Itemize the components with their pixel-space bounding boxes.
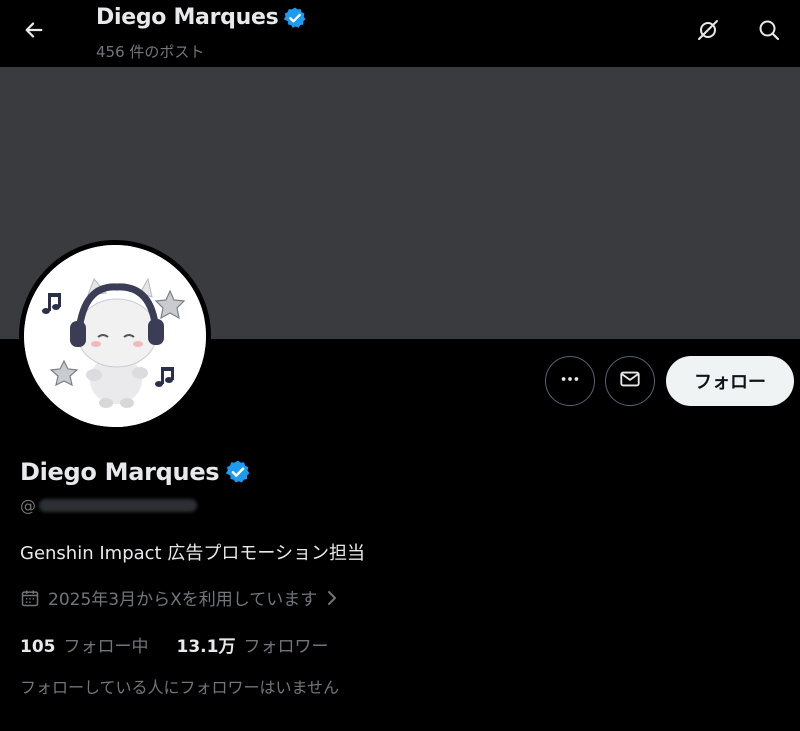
- following-label: フォロー中: [63, 637, 149, 657]
- followers-label: フォロワー: [243, 637, 329, 657]
- profile-display-name: Diego Marques: [20, 458, 220, 486]
- follow-button[interactable]: フォロー: [666, 356, 794, 406]
- following-count: 105: [20, 637, 56, 657]
- joined-date[interactable]: 2025年3月からXを利用しています: [20, 585, 339, 610]
- chevron-right-icon: [325, 589, 339, 607]
- search-button[interactable]: [751, 14, 787, 50]
- message-icon: [619, 368, 641, 394]
- handle-prefix: @: [20, 496, 36, 515]
- joined-text: 2025年3月からXを利用しています: [48, 590, 318, 610]
- post-count: 456 件のポスト: [96, 43, 205, 61]
- followers-link[interactable]: 13.1万 フォロワー: [177, 632, 329, 657]
- refresh-off-button[interactable]: [690, 14, 726, 50]
- handle-redacted: [39, 499, 197, 512]
- more-options-icon: [559, 368, 581, 394]
- following-link[interactable]: 105 フォロー中: [20, 632, 149, 657]
- profile-name-row: Diego Marques: [20, 458, 251, 486]
- message-button[interactable]: [605, 356, 655, 406]
- header-display-name: Diego Marques: [96, 5, 279, 30]
- followers-count: 13.1万: [176, 637, 236, 657]
- profile-bio: Genshin Impact 広告プロモーション担当: [20, 543, 365, 564]
- refresh-off-icon: [696, 18, 720, 46]
- more-options-button[interactable]: [545, 356, 595, 406]
- followers-you-know: フォローしている人にフォロワーはいません: [20, 678, 340, 697]
- profile-handle: @: [20, 496, 197, 515]
- search-icon: [757, 18, 781, 46]
- header-title: Diego Marques: [96, 5, 307, 30]
- back-arrow-icon: [23, 19, 45, 45]
- profile-stats: 105 フォロー中 13.1万 フォロワー: [20, 632, 328, 657]
- avatar[interactable]: [19, 240, 211, 432]
- top-bar: Diego Marques 456 件のポスト: [0, 0, 800, 67]
- back-button[interactable]: [14, 12, 54, 52]
- avatar-image: [24, 245, 206, 427]
- calendar-icon: [20, 588, 40, 608]
- verified-badge-icon: [283, 6, 307, 30]
- verified-badge-icon: [225, 459, 251, 485]
